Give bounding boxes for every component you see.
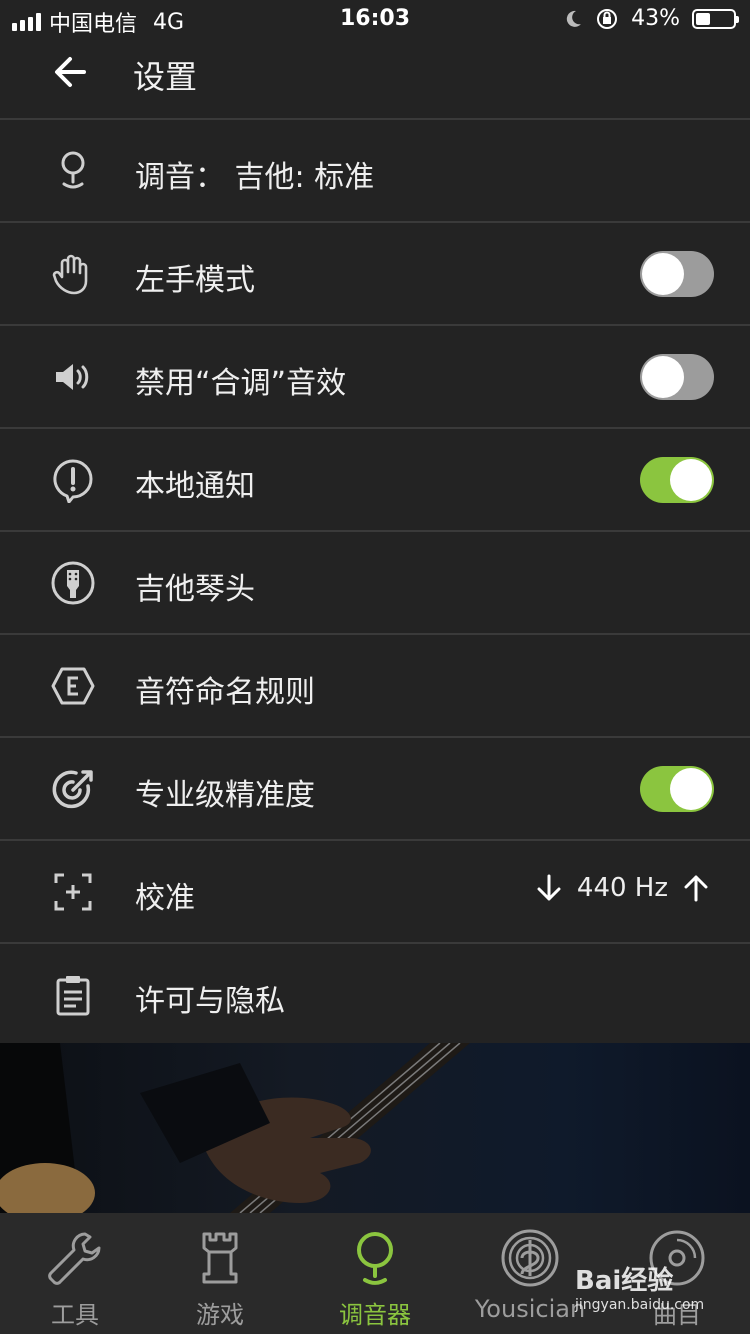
baidu-watermark: Bai经验 jingyan.baidu.com: [575, 1260, 704, 1313]
setting-label: 专业级精准度: [135, 778, 315, 813]
clipboard-icon: [56, 976, 90, 1016]
setting-disable-sound: 禁用“合调”音效: [0, 326, 750, 429]
setting-label: 调音： 吉他: 标准: [135, 160, 375, 195]
pro-accuracy-toggle[interactable]: [640, 766, 714, 812]
setting-label: 本地通知: [135, 469, 255, 504]
tab-label: 游戏: [196, 1301, 244, 1329]
back-arrow-icon[interactable]: [48, 50, 92, 94]
moon-icon: [566, 10, 582, 27]
setting-left-hand: 左手模式: [0, 223, 750, 326]
disable-sound-toggle[interactable]: [640, 354, 714, 400]
settings-list: 调音： 吉他: 标准 左手模式 禁用“合调”音效 本地通知 吉他琴头 音符命名规…: [0, 120, 750, 1047]
guitar-photo: [0, 1043, 470, 1213]
battery-icon: [692, 8, 739, 29]
arrow-up-icon[interactable]: [682, 873, 710, 903]
setting-label: 校准: [135, 881, 195, 916]
notification-icon: [53, 459, 93, 503]
setting-calibration: 校准 440 Hz: [0, 841, 750, 944]
page-header: 设置: [0, 40, 750, 120]
tab-tuner[interactable]: 调音器: [300, 1213, 450, 1334]
tab-label: 调音器: [339, 1301, 411, 1329]
note-naming-icon: [51, 667, 95, 705]
local-notification-toggle[interactable]: [640, 457, 714, 503]
watermark-brand: Bai经验: [575, 1266, 674, 1296]
rotation-lock-icon: [597, 8, 618, 29]
setting-label: 吉他琴头: [135, 572, 255, 607]
hand-icon: [52, 254, 88, 295]
tab-games[interactable]: 游戏: [145, 1213, 295, 1334]
tab-tools[interactable]: 工具: [0, 1213, 150, 1334]
calibration-value: 440 Hz: [576, 873, 668, 903]
watermark-url: jingyan.baidu.com: [575, 1297, 705, 1313]
setting-tuning[interactable]: 调音： 吉他: 标准: [0, 120, 750, 223]
setting-label: 禁用“合调”音效: [135, 366, 347, 401]
yousician-logo-icon: [501, 1229, 559, 1287]
guitar-headstock-icon: [51, 561, 95, 605]
guitar-banner-image: [0, 1043, 750, 1213]
setting-label: 音符命名规则: [135, 675, 315, 710]
left-hand-toggle[interactable]: [640, 251, 714, 297]
setting-license-privacy[interactable]: 许可与隐私: [0, 944, 750, 1047]
setting-note-naming[interactable]: 音符命名规则: [0, 635, 750, 738]
setting-local-notification: 本地通知: [0, 429, 750, 532]
speaker-icon: [56, 364, 89, 390]
arrow-down-icon[interactable]: [535, 873, 563, 903]
page-title: 设置: [133, 58, 198, 96]
setting-label: 许可与隐私: [135, 984, 285, 1019]
calibration-icon: [54, 873, 92, 911]
castle-icon: [202, 1232, 238, 1284]
setting-guitar-headstock[interactable]: 吉他琴头: [0, 532, 750, 635]
tab-label: 工具: [51, 1301, 99, 1329]
battery-percent: 43%: [631, 6, 680, 31]
wrench-icon: [48, 1232, 101, 1285]
tuning-pin-icon: [61, 151, 85, 189]
target-icon: [52, 770, 93, 809]
setting-label: 左手模式: [135, 263, 255, 298]
tuner-icon: [357, 1232, 393, 1285]
status-bar: 中国电信 4G 16:03 43%: [0, 0, 750, 40]
calibration-control: 440 Hz: [535, 873, 710, 903]
setting-pro-accuracy: 专业级精准度: [0, 738, 750, 841]
